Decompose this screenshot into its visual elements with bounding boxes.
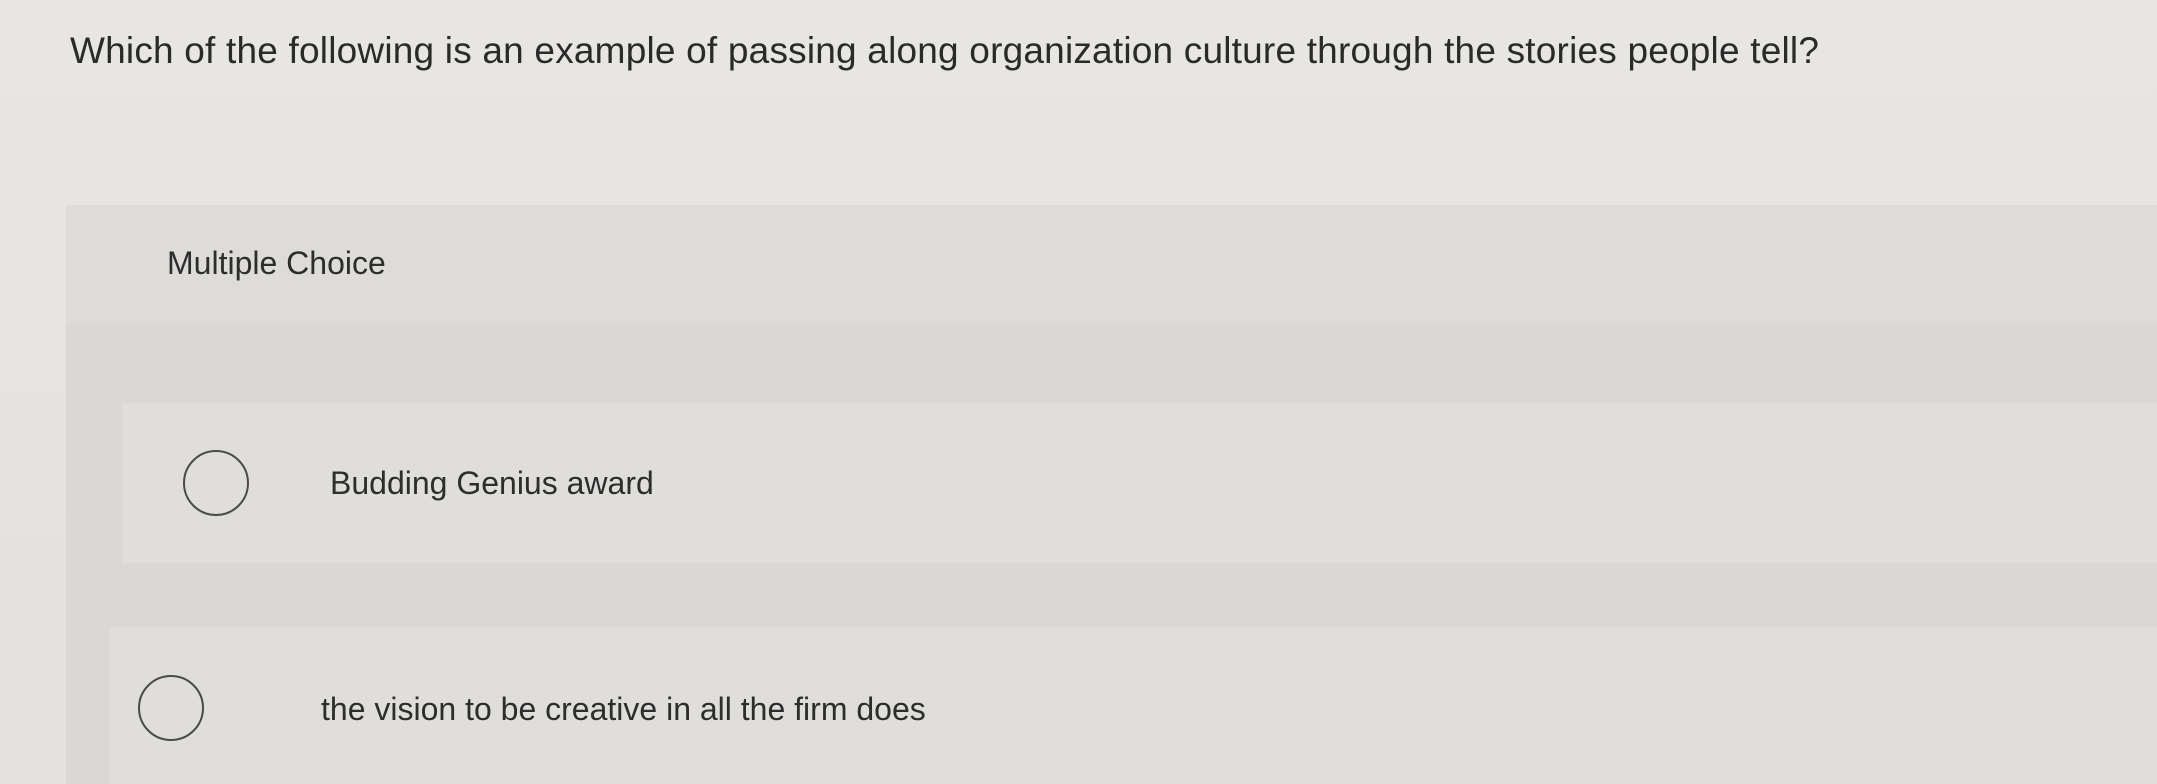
question-prompt: Which of the following is an example of …: [70, 30, 1820, 71]
choice-type-label: Multiple Choice: [167, 245, 386, 281]
quiz-page: Which of the following is an example of …: [0, 0, 2157, 784]
option-label: the vision to be creative in all the fir…: [321, 691, 926, 727]
option-label: Budding Genius award: [330, 465, 654, 501]
choice-type-header: Multiple Choice: [66, 205, 2157, 323]
option-item[interactable]: the vision to be creative in all the fir…: [110, 627, 2157, 784]
radio-button[interactable]: [138, 675, 204, 741]
option-item[interactable]: Budding Genius award: [122, 403, 2157, 563]
radio-button[interactable]: [183, 450, 249, 516]
multiple-choice-panel: Multiple Choice Budding Genius award the…: [66, 205, 2157, 784]
options-list: Budding Genius award the vision to be cr…: [66, 323, 2157, 784]
